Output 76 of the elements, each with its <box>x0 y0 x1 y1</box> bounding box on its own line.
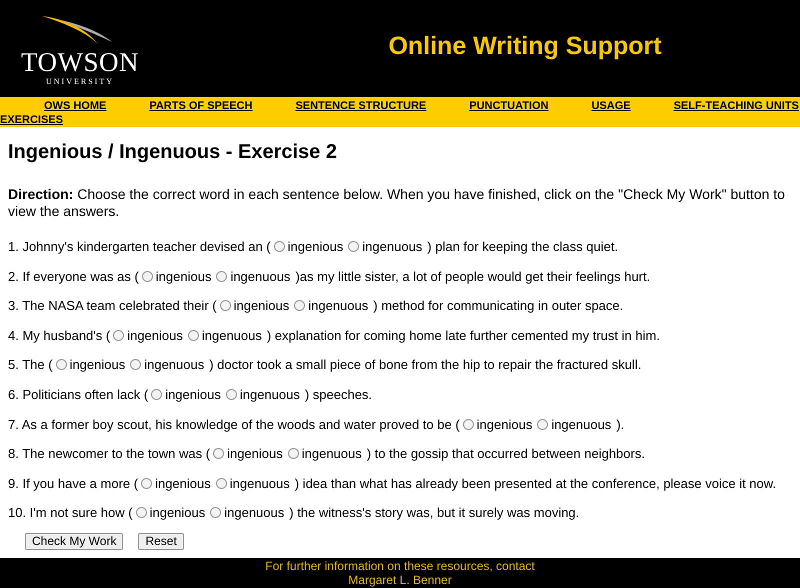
option-label[interactable]: ingenuous <box>551 416 612 433</box>
radio-button[interactable] <box>141 478 152 489</box>
radio-button[interactable] <box>220 300 231 312</box>
question-text: ) plan for keeping the class quiet. <box>427 238 618 255</box>
question-text: ). <box>616 416 624 433</box>
question-text: ) explanation for coming home late further cemented my trust in him. <box>266 326 660 344</box>
question-text: 10. I'm not sure how ( <box>8 504 133 522</box>
nav-link[interactable]: SELF-TEACHING UNITS <box>674 99 799 113</box>
radio-button[interactable] <box>210 507 222 518</box>
option-label[interactable]: ingenuous <box>362 238 422 255</box>
radio-button[interactable] <box>294 300 306 312</box>
option-label[interactable]: ingenuous <box>302 445 362 462</box>
option-label[interactable]: ingenious <box>155 474 211 492</box>
reset-button[interactable]: Reset <box>138 533 184 550</box>
radio-button[interactable] <box>462 418 474 430</box>
option-label[interactable]: ingenious <box>227 445 283 462</box>
option-label[interactable]: ingenious <box>127 326 183 344</box>
nav-link[interactable]: USAGE <box>591 99 631 113</box>
radio-button[interactable] <box>216 478 227 489</box>
radio-button[interactable] <box>216 270 228 282</box>
option-label[interactable]: ingenious <box>234 297 290 314</box>
question-text: 9. If you have a more ( <box>8 474 138 492</box>
radio-button[interactable] <box>288 448 299 460</box>
option-label[interactable]: ingenuous <box>308 297 368 314</box>
question-text: 7. As a former boy scout, his knowledge of the woods and water proved to be ( <box>8 416 460 433</box>
direction-text: Direction: Choose the correct word in each sentence below. When you have finished, click on the "Check My Work" button to view the answers. <box>8 186 786 220</box>
radio-button[interactable] <box>226 388 237 400</box>
question-text: ) method for communicating in outer space. <box>373 297 624 314</box>
option-label[interactable]: ingenious <box>150 504 206 522</box>
question-text: 1. Johnny's kindergarten teacher devised an ( <box>8 238 271 255</box>
radio-button[interactable] <box>188 330 199 341</box>
logo-wordmark: TOWSON <box>20 48 139 76</box>
nav-link[interactable]: PUNCTUATION <box>469 99 548 113</box>
question-text: ) idea than what has already been presented at the conference, please voice it now. <box>294 474 776 492</box>
question-text: 8. The newcomer to the town was ( <box>8 445 210 462</box>
radio-button[interactable] <box>130 359 142 370</box>
option-label[interactable]: ingenuous <box>240 386 300 403</box>
radio-button[interactable] <box>136 507 147 518</box>
option-label[interactable]: ingenuous <box>144 356 204 374</box>
option-label[interactable]: ingenuous <box>230 268 290 285</box>
radio-button[interactable] <box>348 241 360 252</box>
option-label[interactable]: ingenuous <box>230 474 290 492</box>
nav-link[interactable]: OWS HOME <box>44 99 106 113</box>
radio-button[interactable] <box>142 270 153 282</box>
page-title: Ingenious / Ingenuous - Exercise 2 <box>8 140 338 164</box>
nav-link[interactable]: PARTS OF SPEECH <box>149 99 252 113</box>
question-text: ) doctor took a small piece of bone from the hip to repair the fractured skull. <box>209 356 642 374</box>
footer-text: Margaret L. Benner <box>348 573 452 587</box>
footer-text: For further information on these resources, contact <box>265 559 535 573</box>
radio-button[interactable] <box>56 359 67 370</box>
question-text: ) speeches. <box>304 386 372 403</box>
logo-subtitle: UNIVERSITY <box>46 76 114 88</box>
radio-button[interactable] <box>113 330 124 341</box>
site-title: Online Writing Support <box>388 30 662 62</box>
question-text: 3. The NASA team celebrated their ( <box>8 297 217 314</box>
radio-button[interactable] <box>151 388 162 400</box>
radio-button[interactable] <box>274 241 285 252</box>
question-text: 6. Politicians often lack ( <box>8 386 148 403</box>
option-label[interactable]: ingenious <box>156 268 212 285</box>
radio-button[interactable] <box>537 418 548 430</box>
option-label[interactable]: ingenious <box>288 238 344 255</box>
question-text: 5. The ( <box>8 356 53 374</box>
question-text: )as my little sister, a lot of people would get their feelings hurt. <box>295 268 650 285</box>
option-label[interactable]: ingenuous <box>224 504 284 522</box>
nav-link[interactable]: SENTENCE STRUCTURE <box>295 99 426 113</box>
option-label[interactable]: ingenuous <box>202 326 262 344</box>
option-label[interactable]: ingenious <box>165 386 221 403</box>
check-work-button[interactable]: Check My Work <box>25 533 124 550</box>
question-text: ) the witness's story was, but it surely was moving. <box>289 504 580 522</box>
radio-button[interactable] <box>213 448 224 460</box>
question-text: 4. My husband's ( <box>8 326 110 344</box>
question-text: ) to the gossip that occurred between neighbors. <box>366 445 645 462</box>
question-text: 2. If everyone was as ( <box>8 268 139 285</box>
option-label[interactable]: ingenious <box>476 416 532 433</box>
option-label[interactable]: ingenious <box>70 356 126 374</box>
nav-link[interactable]: EXERCISES <box>0 113 63 127</box>
